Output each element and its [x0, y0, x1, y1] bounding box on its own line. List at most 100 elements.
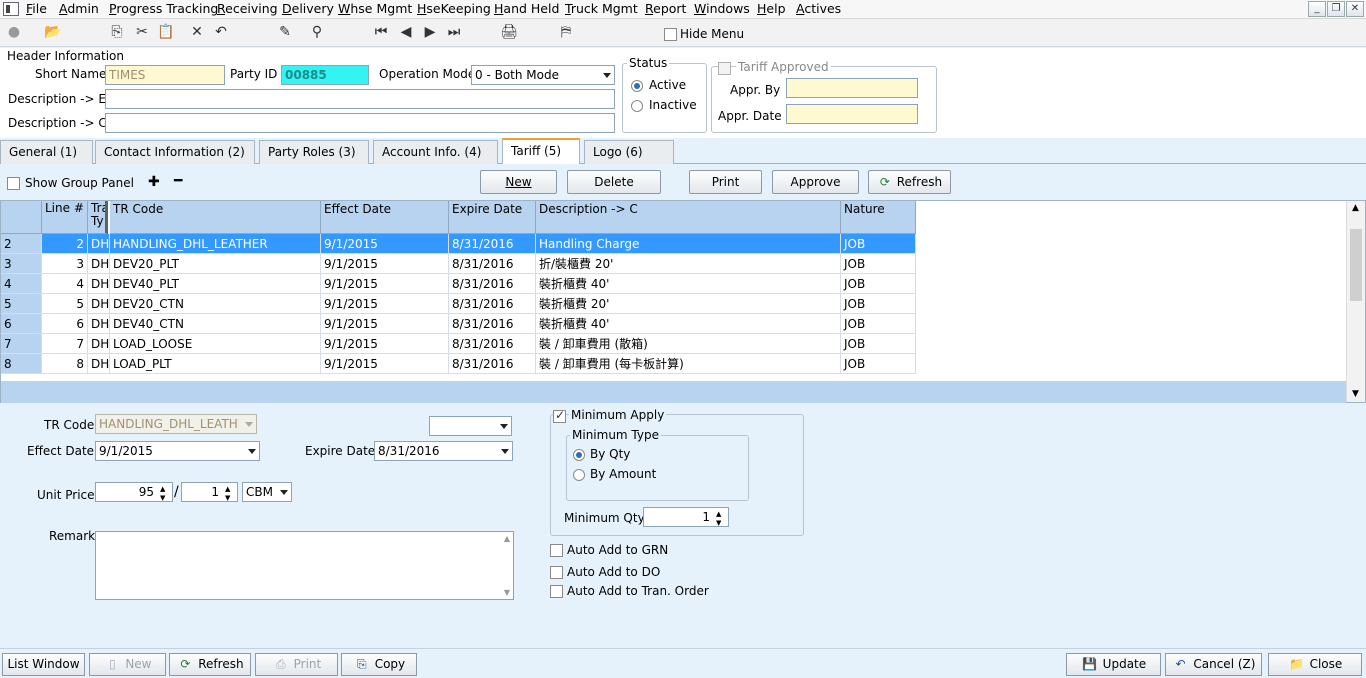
row-number[interactable]: 7 — [1, 334, 42, 354]
menu-delivery[interactable]: Delivery — [282, 1, 334, 16]
cell-expire-date[interactable]: 8/31/2016 — [449, 254, 536, 274]
table-row[interactable]: 66DHLDEV40_CTN9/1/20158/31/2016裝折櫃費 40'J… — [1, 314, 916, 334]
cell-expire-date[interactable]: 8/31/2016 — [449, 354, 536, 374]
grid-print-button[interactable]: Print — [689, 170, 762, 194]
table-row[interactable]: 22DHLHANDLING_DHL_LEATHER9/1/20158/31/20… — [1, 234, 916, 254]
row-number[interactable]: 2 — [1, 234, 42, 254]
menu-hand-held[interactable]: Hand Held — [494, 1, 559, 16]
menu-progress-tracking[interactable]: Progress Tracking — [109, 1, 218, 16]
cell-line[interactable]: 3 — [42, 254, 88, 274]
cut-icon[interactable]: ✂ — [133, 23, 151, 41]
cell-description[interactable]: 折/裝櫃費 20' — [536, 254, 841, 274]
cell-effect-date[interactable]: 9/1/2015 — [321, 234, 449, 254]
status-inactive-radio[interactable] — [631, 100, 643, 112]
expire-date-picker[interactable]: 8/31/2016 — [374, 441, 513, 461]
last-record-icon[interactable]: ⏭ — [445, 23, 463, 41]
cell-expire-date[interactable]: 8/31/2016 — [449, 314, 536, 334]
tab-contact-information[interactable]: Contact Information (2) — [95, 140, 255, 164]
cell-expire-date[interactable]: 8/31/2016 — [449, 234, 536, 254]
cell-nature[interactable]: JOB — [841, 314, 916, 334]
cell-nature[interactable]: JOB — [841, 354, 916, 374]
scroll-down-icon[interactable]: ▼ — [1352, 389, 1359, 399]
col-header-effect-date[interactable]: Effect Date — [321, 201, 449, 234]
undo-icon[interactable]: ↶ — [212, 23, 230, 41]
menu-admin[interactable]: Admin — [59, 1, 99, 16]
cell-description[interactable]: 裝 / 卸車費用 (散箱) — [536, 334, 841, 354]
table-row[interactable]: 77DHLLOAD_LOOSE9/1/20158/31/2016裝 / 卸車費用… — [1, 334, 916, 354]
exit-icon[interactable]: ⛿ — [557, 23, 575, 41]
cell-type[interactable]: DHL — [88, 274, 110, 294]
list-window-button[interactable]: List Window — [2, 653, 85, 676]
tariff-approved-checkbox[interactable] — [718, 62, 731, 75]
menu-receiving[interactable]: Receiving — [217, 1, 278, 16]
show-group-panel-checkbox[interactable] — [7, 177, 20, 190]
row-number[interactable]: 3 — [1, 254, 42, 274]
cell-nature[interactable]: JOB — [841, 254, 916, 274]
menu-hsekeeping[interactable]: HseKeeping — [417, 1, 491, 16]
cell-line[interactable]: 4 — [42, 274, 88, 294]
cell-type[interactable]: DHL — [88, 294, 110, 314]
unnamed-select[interactable] — [429, 416, 512, 436]
collapse-icon[interactable]: ━ — [174, 173, 182, 189]
menu-whse-mgmt[interactable]: Whse Mgmt — [338, 1, 412, 16]
table-row[interactable]: 44DHLDEV40_PLT9/1/20158/31/2016裝折櫃費 40'J… — [1, 274, 916, 294]
col-header-description[interactable]: Description -> C — [536, 201, 841, 234]
appr-date-input[interactable] — [786, 104, 918, 124]
col-header-type[interactable]: Tra Ty — [88, 201, 108, 234]
scroll-up-icon[interactable]: ▲ — [1352, 203, 1359, 213]
auto-add-tran-order-checkbox[interactable] — [550, 585, 563, 598]
menu-actives[interactable]: Actives — [796, 1, 841, 16]
col-header-tr-code[interactable]: TR Code — [110, 201, 321, 234]
tr-code-select[interactable]: HANDLING_DHL_LEATHER — [95, 414, 257, 434]
record-icon[interactable]: ● — [5, 23, 23, 41]
expand-icon[interactable]: ✚ — [148, 174, 160, 190]
cell-line[interactable]: 8 — [42, 354, 88, 374]
cell-tr-code[interactable]: DEV40_CTN — [110, 314, 321, 334]
delete-icon[interactable]: ✕ — [188, 23, 206, 41]
cell-effect-date[interactable]: 9/1/2015 — [321, 334, 449, 354]
minimum-apply-checkbox[interactable] — [553, 408, 566, 423]
cell-description[interactable]: 裝折櫃費 40' — [536, 274, 841, 294]
close-window-button[interactable]: ✕ — [1346, 1, 1364, 17]
cell-effect-date[interactable]: 9/1/2015 — [321, 314, 449, 334]
grid-scrollbar[interactable]: ▲ ▼ — [1346, 201, 1365, 402]
description-c-input[interactable] — [105, 113, 615, 133]
unit-select[interactable]: CBM — [242, 482, 292, 502]
previous-record-icon[interactable]: ◀ — [397, 23, 415, 41]
cell-nature[interactable]: JOB — [841, 234, 916, 254]
description-e-input[interactable] — [105, 89, 615, 109]
cell-nature[interactable]: JOB — [841, 334, 916, 354]
table-row[interactable]: 55DHLDEV20_CTN9/1/20158/31/2016裝折櫃費 20'J… — [1, 294, 916, 314]
minimize-button[interactable]: _ — [1308, 1, 1326, 17]
cell-type[interactable]: DHL — [88, 354, 110, 374]
cell-effect-date[interactable]: 9/1/2015 — [321, 254, 449, 274]
grid-delete-button[interactable]: Delete — [567, 170, 661, 194]
minimum-qty-spinner[interactable] — [715, 508, 727, 526]
cell-effect-date[interactable]: 9/1/2015 — [321, 274, 449, 294]
row-number[interactable]: 8 — [1, 354, 42, 374]
col-header-line[interactable]: Line # — [42, 201, 88, 234]
minimum-qty-input[interactable]: 1 — [643, 507, 729, 527]
per-qty-spinner[interactable] — [224, 483, 236, 501]
unit-price-spinner[interactable] — [159, 483, 171, 501]
cell-tr-code[interactable]: LOAD_PLT — [110, 354, 321, 374]
cancel-button[interactable]: ↶ Cancel (Z) — [1165, 653, 1262, 676]
status-active-radio[interactable] — [631, 80, 643, 92]
next-record-icon[interactable]: ▶ — [421, 23, 439, 41]
cell-line[interactable]: 7 — [42, 334, 88, 354]
cell-nature[interactable]: JOB — [841, 294, 916, 314]
col-header-nature[interactable]: Nature — [841, 201, 916, 234]
unit-price-input[interactable]: 95 — [95, 482, 173, 502]
remark-textarea[interactable]: ▲ ▼ — [95, 531, 514, 600]
cell-tr-code[interactable]: DEV40_PLT — [110, 274, 321, 294]
first-record-icon[interactable]: ⏮ — [372, 23, 390, 41]
tab-tariff[interactable]: Tariff (5) — [502, 138, 580, 165]
auto-add-do-checkbox[interactable] — [550, 566, 563, 579]
cell-description[interactable]: Handling Charge — [536, 234, 841, 254]
party-id-input[interactable]: 00885 — [281, 65, 369, 85]
cell-tr-code[interactable]: DEV20_PLT — [110, 254, 321, 274]
cell-nature[interactable]: JOB — [841, 274, 916, 294]
appr-by-input[interactable] — [786, 78, 918, 98]
cell-tr-code[interactable]: LOAD_LOOSE — [110, 334, 321, 354]
short-name-input[interactable]: TIMES — [105, 65, 225, 85]
